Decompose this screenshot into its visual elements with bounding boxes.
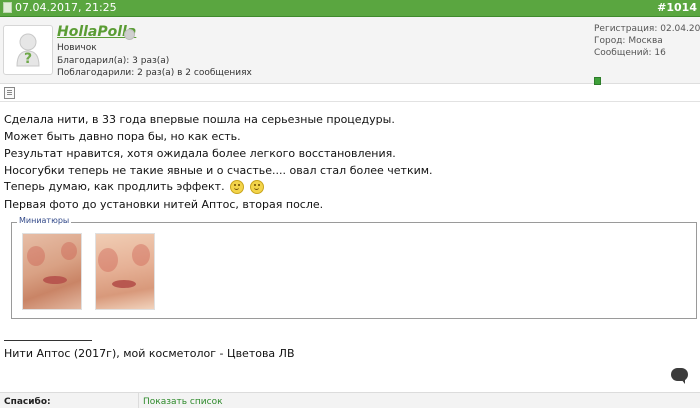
user-thanked: Благодарил(а): 3 раз(а): [57, 56, 170, 66]
online-status-icon: [124, 29, 135, 40]
user-was-thanked: Поблагодарили: 2 раз(а) в 2 сообщениях: [57, 68, 252, 78]
show-list-link[interactable]: Показать список: [143, 397, 223, 407]
smiley-icon: [249, 180, 264, 194]
post-text-line: Может быть давно пора бы, но как есть.: [4, 130, 241, 143]
thumbnails-legend: Миниатюры: [17, 216, 72, 225]
post-number-link[interactable]: #1014: [657, 1, 697, 14]
reply-chat-icon[interactable]: [671, 368, 688, 384]
post-date-icon: [3, 2, 12, 13]
post-date-text: 07.04.2017, 21:25: [15, 1, 117, 14]
signature-text: Нити Аптос (2017г), мой косметолог - Цве…: [4, 347, 295, 360]
thumbnail-after[interactable]: [95, 233, 155, 310]
avatar[interactable]: ?: [3, 25, 53, 75]
signature-separator: [4, 340, 92, 341]
post-header-bar: 07.04.2017, 21:25 #1014: [0, 0, 700, 17]
default-avatar-icon: ?: [16, 33, 40, 67]
user-rank: Новичок: [57, 43, 97, 53]
post-text-line: Сделала нити, в 33 года впервые пошла на…: [4, 113, 395, 126]
post-text-line: Носогубки теперь не такие явные и о счас…: [4, 164, 433, 177]
user-registration: Регистрация: 02.04.2017: [594, 24, 700, 34]
thanks-footer: Спасибо: Показать список: [0, 392, 700, 408]
post-text-line: Результат нравится, хотя ожидала более л…: [4, 147, 396, 160]
post-text-line: Первая фото до установки нитей Аптос, вт…: [4, 198, 324, 211]
post-icon: [4, 87, 15, 99]
user-info-panel: ? HollaPolla Новичок Благодарил(а): 3 ра…: [0, 17, 700, 85]
divider: [0, 101, 700, 102]
svg-text:?: ?: [24, 51, 32, 67]
smiley-icon: [230, 180, 245, 194]
reputation-icon: [594, 77, 601, 85]
thumbnail-before[interactable]: [22, 233, 82, 310]
user-city: Город: Москва: [594, 36, 663, 46]
footer-divider: [138, 393, 139, 408]
post-date: 07.04.2017, 21:25: [3, 1, 117, 14]
post-text-line-with-smileys: Теперь думаю, как продлить эффект.: [4, 180, 264, 194]
post-text: Теперь думаю, как продлить эффект.: [4, 180, 225, 193]
thanks-label: Спасибо:: [4, 397, 51, 407]
user-messages: Сообщений: 16: [594, 48, 666, 58]
